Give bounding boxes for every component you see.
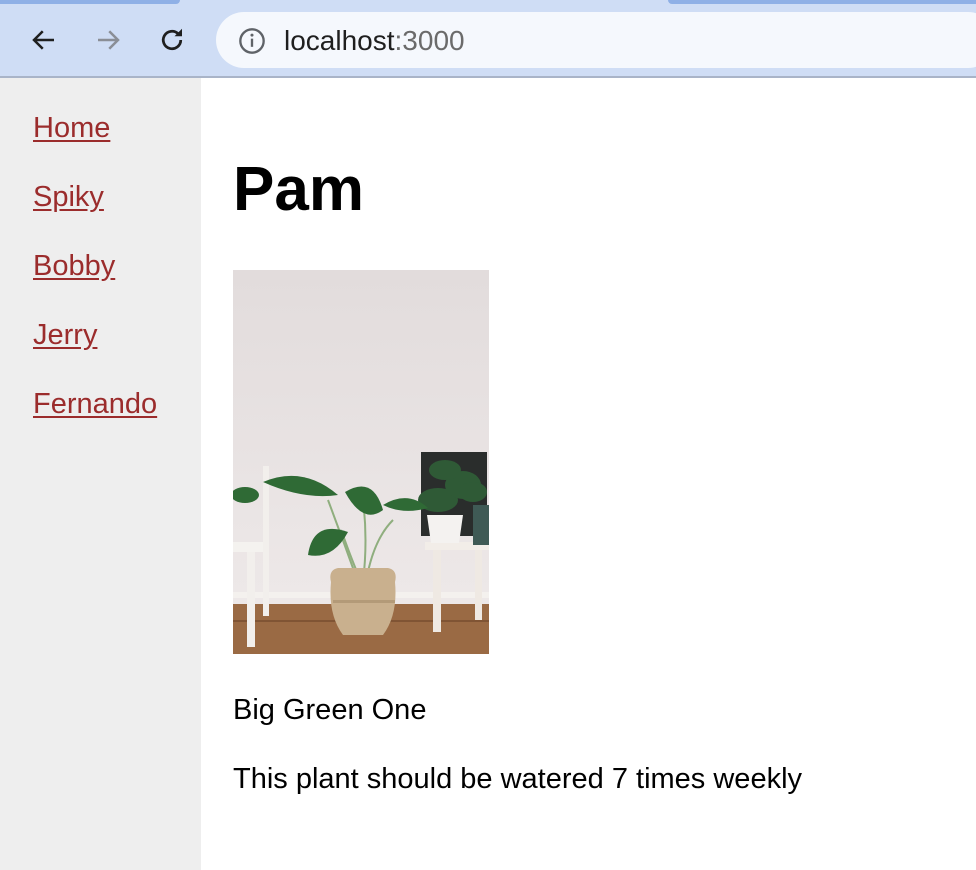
- plant-description: Big Green One: [233, 694, 427, 726]
- tab[interactable]: [0, 0, 180, 4]
- sidebar: Home Spiky Bobby Jerry Fernando: [0, 78, 201, 870]
- browser-toolbar: localhost:3000: [0, 0, 976, 78]
- url-host: localhost: [284, 25, 395, 56]
- watering-info: This plant should be watered 7 times wee…: [233, 763, 803, 795]
- sidebar-link-jerry[interactable]: Jerry: [33, 319, 97, 352]
- sidebar-link-fernando[interactable]: Fernando: [33, 388, 157, 421]
- forward-button[interactable]: [90, 22, 126, 58]
- tab[interactable]: [668, 0, 976, 4]
- back-button[interactable]: [26, 22, 62, 58]
- sidebar-link-bobby[interactable]: Bobby: [33, 250, 115, 283]
- reload-icon: [161, 28, 183, 51]
- arrow-right-icon: [98, 30, 120, 50]
- address-bar[interactable]: localhost:3000: [216, 12, 976, 68]
- url-text[interactable]: localhost:3000: [284, 25, 465, 57]
- reload-button[interactable]: [154, 22, 190, 58]
- info-icon[interactable]: [238, 27, 266, 55]
- arrow-left-icon: [32, 30, 54, 50]
- page-title: Pam: [233, 155, 364, 224]
- plant-photo: [233, 270, 489, 654]
- sidebar-link-spiky[interactable]: Spiky: [33, 181, 104, 214]
- url-port: :3000: [394, 25, 465, 56]
- sidebar-link-home[interactable]: Home: [33, 112, 110, 145]
